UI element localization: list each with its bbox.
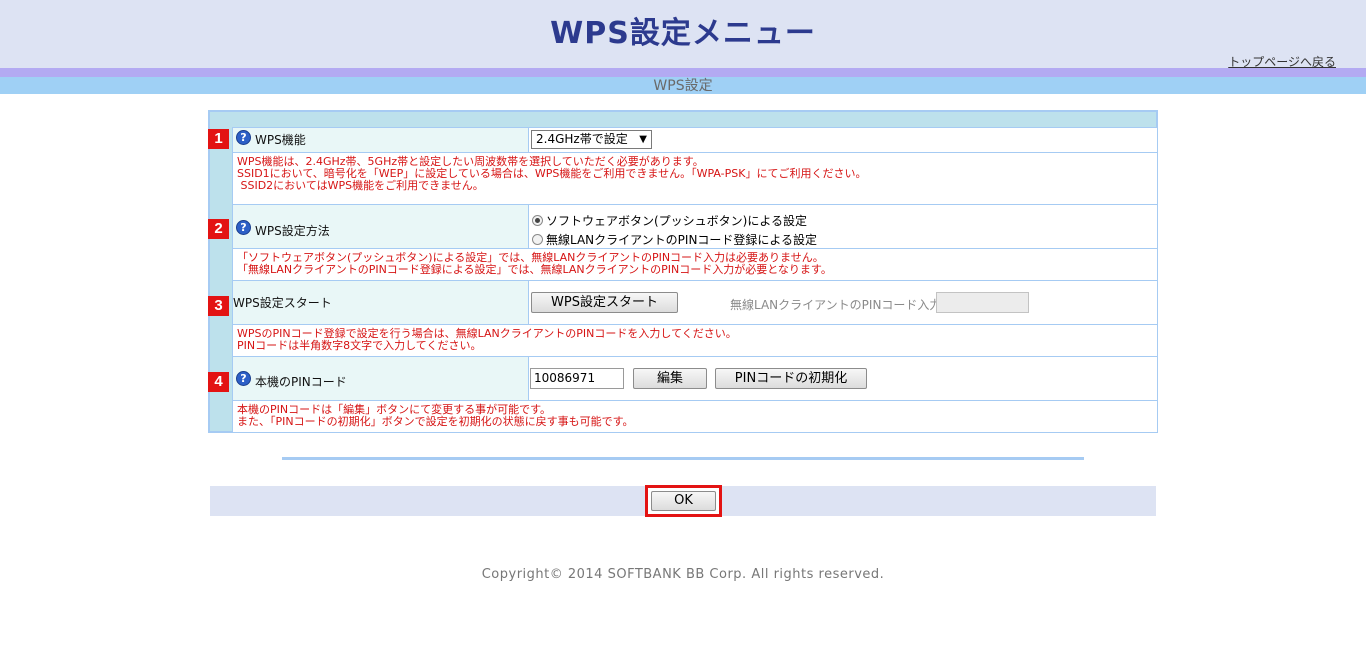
wps-band-select[interactable]: 2.4GHz帯で設定 ▼ [531,130,652,149]
client-pin-input-label: 無線LANクライアントのPINコード入力 [730,298,942,312]
row-number-badge: 4 [208,372,229,392]
copyright: Copyright© 2014 SOFTBANK BB Corp. All ri… [481,567,885,582]
wps-function-description: WPS機能は、2.4GHz帯、5GHz帯と設定したい周波数帯を選択していただく必… [232,152,1158,205]
header-band [0,68,1366,77]
device-pin-description: 本機のPINコードは「編集」ボタンにて変更する事が可能です。 また、「PINコー… [232,400,1158,433]
row-number-badge: 1 [208,129,229,149]
wps-band-select-value: 2.4GHz帯で設定 [536,132,628,146]
device-pin-field[interactable]: 10086971 [530,368,624,389]
device-pin-label: 本機のPINコード [255,375,347,389]
wps-method-label: WPS設定方法 [255,224,330,238]
pin-reset-button[interactable]: PINコードの初期化 [715,368,867,389]
edit-button[interactable]: 編集 [633,368,707,389]
radio-pin-code-label: 無線LANクライアントのPINコード登録による設定 [546,233,818,247]
help-icon[interactable]: ? [236,130,251,145]
wps-start-label: WPS設定スタート [233,296,332,310]
row-number-badge: 2 [208,219,229,239]
wps-method-description: 「ソフトウェアボタン(プッシュボタン)による設定」では、無線LANクライアントの… [232,248,1158,281]
wps-function-label: WPS機能 [255,133,306,147]
radio-push-button-label: ソフトウェアボタン(プッシュボタン)による設定 [546,214,808,228]
client-pin-input[interactable] [936,292,1029,313]
help-icon[interactable]: ? [236,371,251,386]
radio-push-button[interactable]: ソフトウェアボタン(プッシュボタン)による設定 [532,212,807,229]
caret-down-icon: ▼ [639,134,647,145]
wps-start-button[interactable]: WPS設定スタート [531,292,678,313]
ok-button[interactable]: OK [651,491,716,511]
page-title: WPS設定メニュー [550,16,816,51]
section-title: WPS設定 [653,78,713,94]
radio-selected-icon[interactable] [532,215,543,226]
radio-pin-code[interactable]: 無線LANクライアントのPINコード登録による設定 [532,231,817,248]
row-number-badge: 3 [208,296,229,316]
settings-panel: 1 ? WPS機能 2.4GHz帯で設定 ▼ WPS機能は、2.4GHz帯、5G… [208,110,1158,433]
divider [282,457,1084,460]
wps-start-description: WPSのPINコード登録で設定を行う場合は、無線LANクライアントのPINコード… [232,324,1158,357]
help-icon[interactable]: ? [236,220,251,235]
radio-unselected-icon[interactable] [532,234,543,245]
ok-highlight-frame: OK [645,485,722,517]
